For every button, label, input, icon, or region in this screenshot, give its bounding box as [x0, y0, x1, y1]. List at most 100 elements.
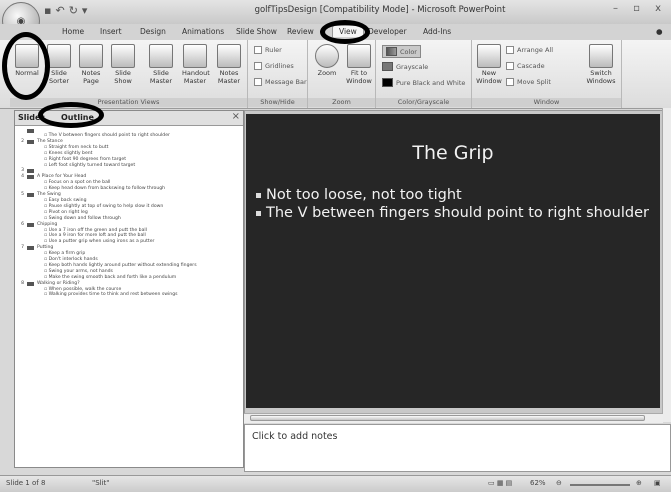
slide-show-button[interactable]: Slide Show — [110, 44, 136, 85]
status-bar: Slide 1 of 8 "Slit" ▭ ▦ ▤ 62% ⊖ ⊕ ▣ — [0, 475, 671, 492]
gridlines-checkbox[interactable]: Gridlines — [254, 62, 294, 70]
normal-view-button[interactable]: Normal — [14, 44, 40, 78]
tab-outline[interactable]: Outline — [61, 113, 94, 122]
tab-design[interactable]: Design — [140, 27, 166, 36]
outline-slide-number: 4 — [21, 174, 24, 180]
close-icon[interactable]: × — [232, 111, 240, 122]
magnifier-icon — [315, 44, 339, 68]
zoom-out-icon[interactable]: ⊖ — [556, 479, 562, 487]
move-split-button[interactable]: Move Split — [506, 78, 551, 86]
slide-bullet-text: The V between fingers should point to ri… — [266, 205, 649, 221]
horizontal-scrollbar[interactable] — [244, 413, 663, 423]
notes-page-button[interactable]: Notes Page — [78, 44, 104, 85]
outline-slide-number: 7 — [21, 245, 24, 251]
zoom-button[interactable]: Zoom — [314, 44, 340, 78]
arrange-all-icon — [506, 46, 514, 54]
fit-to-window-button[interactable]: Fit to Window — [344, 44, 374, 85]
tab-slides[interactable]: Slides — [18, 113, 45, 122]
zoom-slider[interactable] — [570, 484, 630, 486]
gridlines-check-icon — [254, 62, 262, 70]
arrange-all-button[interactable]: Arrange All — [506, 46, 553, 54]
zoom-in-icon[interactable]: ⊕ — [636, 479, 642, 487]
tab-developer[interactable]: Developer — [368, 27, 407, 36]
pure-black-white-label: Pure Black and White — [396, 78, 466, 87]
color-grayscale-label: Color/Grayscale — [376, 98, 471, 107]
undo-icon[interactable]: ↶ — [55, 4, 64, 17]
outline-slide-number: 6 — [21, 221, 24, 227]
new-window-label: New Window — [476, 69, 502, 85]
slide-counter: Slide 1 of 8 — [6, 479, 46, 487]
grayscale-label: Grayscale — [396, 62, 429, 71]
normal-view-label: Normal — [15, 69, 39, 77]
slide-sorter-button[interactable]: Slide Sorter — [46, 44, 72, 85]
slide-thumbnail-icon — [27, 246, 34, 251]
message-bar-check-icon — [254, 78, 262, 86]
save-icon[interactable]: ▪ — [44, 4, 51, 17]
slide-thumbnail-icon — [27, 139, 34, 144]
slide-canvas[interactable]: The Grip Not too loose, not too tight Th… — [246, 114, 660, 408]
normal-view-icon — [15, 44, 39, 68]
slide-bullet: Not too loose, not too tight — [256, 186, 651, 204]
slide-body[interactable]: Not too loose, not too tight The V betwe… — [256, 186, 651, 222]
slide-master-button[interactable]: Slide Master — [148, 44, 174, 85]
fit-to-window-label: Fit to Window — [346, 69, 372, 85]
slide-show-label: Slide Show — [114, 69, 132, 85]
slide-master-label: Slide Master — [149, 69, 173, 85]
slide-bullet: The V between fingers should point to ri… — [256, 204, 651, 222]
view-buttons[interactable]: ▭ ▦ ▤ — [488, 479, 512, 487]
slide-thumbnail-icon — [27, 169, 34, 174]
slide-thumbnail-icon — [27, 222, 34, 227]
notes-pane[interactable]: Click to add notes — [244, 424, 671, 472]
tab-review[interactable]: Review — [287, 27, 314, 36]
handout-master-button[interactable]: Handout Master — [182, 44, 210, 85]
tab-home[interactable]: Home — [62, 27, 84, 36]
slide-sorter-icon — [47, 44, 71, 68]
outline-slide-number: 8 — [21, 280, 24, 286]
presentation-views-group: Normal Slide Sorter Notes Page Slide Sho… — [10, 40, 248, 108]
zoom-level[interactable]: 62% — [530, 479, 546, 487]
notes-master-icon — [217, 44, 241, 68]
arrange-all-label: Arrange All — [517, 46, 554, 54]
window-group-label: Window — [472, 98, 621, 107]
fit-slide-icon[interactable]: ▣ — [654, 479, 661, 487]
color-grayscale-group: Color Grayscale Pure Black and White Col… — [376, 40, 472, 108]
cascade-button[interactable]: Cascade — [506, 62, 545, 70]
qat-dropdown-icon[interactable]: ▾ — [82, 4, 88, 17]
scrollbar-thumb[interactable] — [250, 415, 645, 421]
slide-master-icon — [149, 44, 173, 68]
color-button[interactable]: Color — [382, 45, 421, 58]
tab-animations[interactable]: Animations — [182, 27, 224, 36]
message-bar-checkbox[interactable]: Message Bar — [254, 78, 307, 86]
switch-windows-button[interactable]: Switch Windows — [584, 44, 618, 85]
cascade-icon — [506, 62, 514, 70]
tab-add-ins[interactable]: Add-Ins — [423, 27, 451, 36]
ruler-checkbox[interactable]: Ruler — [254, 46, 282, 54]
zoom-label: Zoom — [317, 69, 337, 77]
window-title: golfTipsDesign [Compatibility Mode] - Mi… — [254, 5, 506, 15]
new-window-icon — [477, 44, 501, 68]
notes-master-button[interactable]: Notes Master — [216, 44, 242, 85]
grayscale-icon — [382, 62, 393, 71]
pane-tab-bar: Slides Outline × — [15, 111, 243, 126]
grayscale-button[interactable]: Grayscale — [382, 62, 428, 71]
slide-bullet-text: Not too loose, not too tight — [266, 187, 462, 203]
ribbon-tab-bar: Home Insert Design Animations Slide Show… — [0, 24, 671, 40]
window-controls[interactable]: – ▫ x — [613, 3, 667, 14]
outline-list: ▫ The V between fingers should point to … — [18, 128, 240, 298]
pure-black-white-button[interactable]: Pure Black and White — [382, 78, 465, 87]
tab-insert[interactable]: Insert — [100, 27, 122, 36]
slide-thumbnail-icon — [27, 129, 34, 133]
notes-placeholder[interactable]: Click to add notes — [252, 431, 337, 442]
slide-title[interactable]: The Grip — [246, 142, 660, 164]
tab-slide-show[interactable]: Slide Show — [236, 27, 277, 36]
new-window-button[interactable]: New Window — [476, 44, 502, 85]
vertical-scrollbar[interactable] — [662, 108, 671, 422]
zoom-group: Zoom Fit to Window Zoom — [308, 40, 376, 108]
quick-access-toolbar: ▪ ↶ ↻ ▾ — [44, 4, 87, 17]
redo-icon[interactable]: ↻ — [69, 4, 78, 17]
slide-thumbnail-icon — [27, 193, 34, 198]
slide-show-icon — [111, 44, 135, 68]
help-icon[interactable]: ● — [656, 27, 663, 36]
outline-bullet[interactable]: ▫ Walking provides time to think and res… — [18, 292, 240, 298]
tab-view[interactable]: View — [332, 25, 364, 37]
